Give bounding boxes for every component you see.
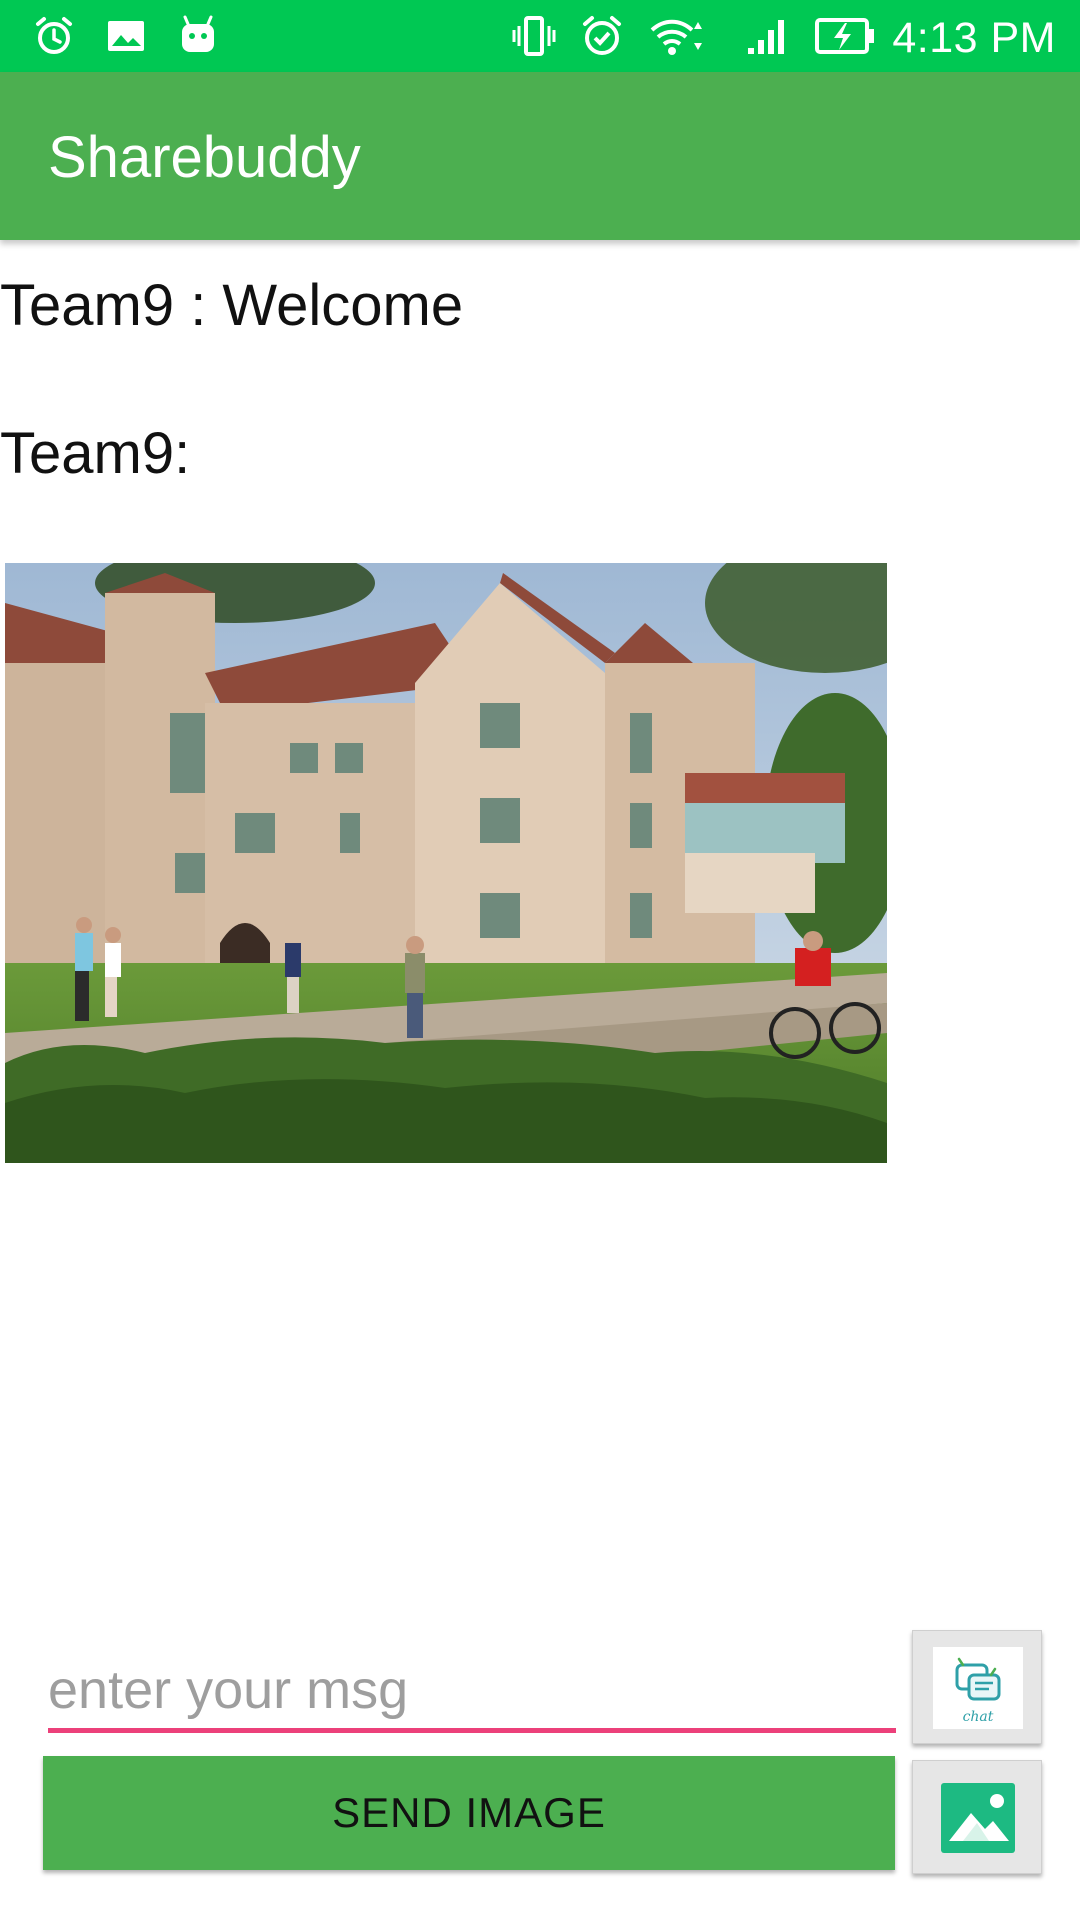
message-input[interactable] [48, 1652, 896, 1728]
screen: 4:13 PM Sharebuddy Team9 : Welcome Team9… [0, 0, 1080, 1920]
battery-charging-icon [814, 12, 876, 60]
message-text: Team9 : Welcome [0, 273, 464, 338]
status-time: 4:13 PM [892, 14, 1056, 62]
svg-text:chat: chat [963, 1709, 994, 1725]
input-underline [48, 1728, 896, 1733]
chat-button[interactable]: chat [912, 1630, 1042, 1744]
signal-icon [744, 12, 792, 60]
android-icon [174, 12, 222, 60]
wifi-icon [648, 12, 704, 60]
app-title: Sharebuddy [48, 125, 361, 190]
app-bar: Sharebuddy [0, 72, 1080, 240]
alarm-clock-icon [578, 12, 626, 60]
vibrate-icon [510, 12, 558, 60]
alarm-icon [30, 12, 78, 60]
send-image-button[interactable]: SEND IMAGE [43, 1756, 895, 1870]
status-bar: 4:13 PM [0, 0, 1080, 72]
gallery-icon [933, 1777, 1023, 1859]
image-icon [102, 12, 150, 60]
shared-photo [5, 563, 887, 1163]
gallery-button[interactable] [912, 1760, 1042, 1874]
message-sender: Team9: [0, 421, 191, 486]
chat-icon: chat [933, 1647, 1023, 1729]
